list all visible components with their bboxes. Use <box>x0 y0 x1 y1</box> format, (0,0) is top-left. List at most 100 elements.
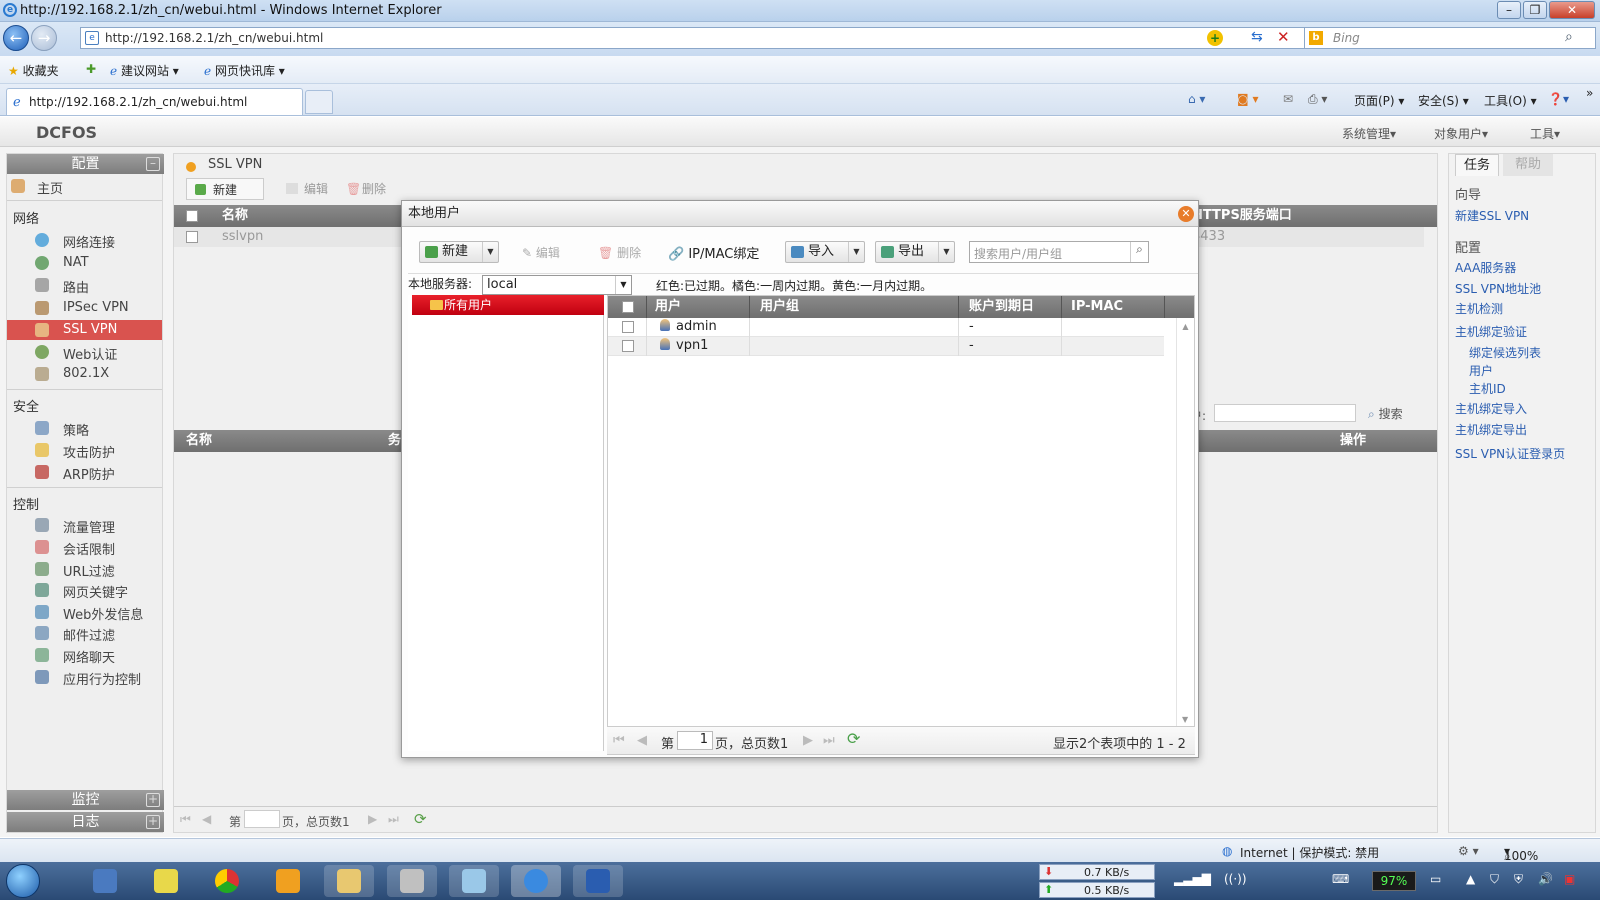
sidebar-item-ipsec-vpn[interactable]: IPSec VPN <box>7 298 162 318</box>
page-input[interactable] <box>244 810 280 828</box>
suggested-sites-link[interactable]: ℯ 建议网站 ▾ <box>110 62 179 79</box>
battery-icon[interactable]: ▭ <box>1430 872 1441 886</box>
expand-icon[interactable]: + <box>146 815 160 829</box>
row-checkbox[interactable] <box>622 340 634 352</box>
tools-menu[interactable]: 工具(O) ▾ <box>1484 92 1537 109</box>
sidebar-item-arp-defense[interactable]: ARP防护 <box>7 462 162 483</box>
favorites-button[interactable]: ★ 收藏夹 <box>8 62 59 79</box>
minimize-button[interactable]: – <box>1497 1 1521 19</box>
sidebar-item-chat[interactable]: 网络聊天 <box>7 645 162 666</box>
dialog-delete-button[interactable]: 🗑 删除 <box>598 244 641 261</box>
new-button[interactable]: 新建 <box>186 178 264 200</box>
sidebar-item-nat[interactable]: NAT <box>7 253 162 273</box>
network-icon[interactable]: ▣ <box>1564 872 1575 886</box>
table-row[interactable]: admin - <box>608 318 1164 337</box>
settings-icon[interactable]: ⚙ ▾ <box>1458 844 1479 858</box>
sidebar-item-web-outbound[interactable]: Web外发信息 <box>7 602 162 623</box>
forward-button[interactable]: → <box>31 25 57 51</box>
sidebar-item-session-limit[interactable]: 会话限制 <box>7 537 162 558</box>
sidebar-log-header[interactable]: 日志 + <box>7 812 164 832</box>
sidebar-item-web-auth[interactable]: Web认证 <box>7 342 162 363</box>
menu-system[interactable]: 系统管理▾ <box>1342 125 1396 142</box>
close-window-button[interactable]: ✕ <box>1549 1 1595 19</box>
sidebar-item-keyword[interactable]: 网页关键字 <box>7 580 162 601</box>
wireless-icon[interactable]: ((·)) <box>1224 872 1247 886</box>
volume-icon[interactable]: 🔊 <box>1538 872 1553 886</box>
link-host-binding[interactable]: 主机绑定验证 <box>1455 323 1527 340</box>
export-button[interactable]: 导出 ▼ <box>875 241 955 263</box>
next-page-icon[interactable]: ▶ <box>803 733 813 748</box>
first-page-icon[interactable]: ⏮ <box>180 812 191 827</box>
last-page-icon[interactable]: ⏭ <box>388 812 399 827</box>
new-tab-button[interactable] <box>305 90 333 114</box>
refresh-icon[interactable]: ⇆ <box>1251 29 1263 45</box>
prev-page-icon[interactable]: ◀ <box>202 812 211 826</box>
sidebar-item-8021x[interactable]: 802.1X <box>7 364 162 384</box>
ipmac-bind-button[interactable]: 🔗 IP/MAC绑定 <box>668 243 759 262</box>
shield-icon[interactable]: ⛨ <box>1514 872 1523 887</box>
mail-icon[interactable]: ✉ <box>1283 92 1293 106</box>
show-hidden-icons[interactable]: ▲ <box>1466 872 1475 886</box>
sidebar-item-attack-defense[interactable]: 攻击防护 <box>7 440 162 461</box>
print-icon[interactable]: ⎙ ▾ <box>1308 92 1327 107</box>
sidebar-item-url-filter[interactable]: URL过滤 <box>7 559 162 580</box>
zoom-level[interactable]: ⌕ 100% ▾ <box>1504 844 1538 863</box>
user-filter-input[interactable] <box>1214 404 1356 422</box>
sidebar-config-header[interactable]: 配置 – <box>7 154 164 174</box>
link-host-id[interactable]: 主机ID <box>1469 380 1506 397</box>
dialog-new-button[interactable]: 新建 ▼ <box>419 241 499 263</box>
grid-scrollbar[interactable]: ▲ ▼ <box>1176 318 1194 726</box>
compatibility-icon[interactable]: + <box>1207 30 1223 46</box>
address-bar[interactable]: e http://192.168.2.1/zh_cn/webui.html + … <box>80 27 1305 49</box>
link-new-ssl-vpn[interactable]: 新建SSL VPN <box>1455 207 1529 224</box>
tab-task[interactable]: 任务 <box>1455 154 1499 176</box>
tab-help[interactable]: 帮助 <box>1503 154 1553 176</box>
link-login-page[interactable]: SSL VPN认证登录页 <box>1455 445 1565 462</box>
link-aaa-server[interactable]: AAA服务器 <box>1455 259 1516 276</box>
sidebar-item-app-control[interactable]: 应用行为控制 <box>7 667 162 688</box>
delete-button[interactable]: 🗑 删除 <box>346 178 386 200</box>
taskbar-chrome[interactable] <box>202 865 252 897</box>
server-select[interactable]: local ▼ <box>482 275 632 295</box>
row-checkbox[interactable] <box>622 321 634 333</box>
feeds-icon[interactable]: ◙ ▾ <box>1237 92 1258 106</box>
battery-indicator[interactable]: 97% <box>1372 871 1416 891</box>
sidebar-monitor-header[interactable]: 监控 + <box>7 790 164 810</box>
link-binding-candidates[interactable]: 绑定候选列表 <box>1469 344 1541 361</box>
prev-page-icon[interactable]: ◀ <box>637 733 647 748</box>
add-favorite-icon[interactable]: ✚ <box>86 62 96 76</box>
taskbar-notes[interactable] <box>141 865 191 897</box>
last-page-icon[interactable]: ⏭ <box>823 733 835 748</box>
link-ssl-vpn-pool[interactable]: SSL VPN地址池 <box>1455 280 1541 297</box>
scroll-down-icon[interactable]: ▼ <box>1182 715 1188 724</box>
sidebar-item-policy[interactable]: 策略 <box>7 418 162 439</box>
select-all-checkbox[interactable] <box>622 301 634 313</box>
scroll-up-icon[interactable]: ▲ <box>1177 322 1194 331</box>
link-users[interactable]: 用户 <box>1469 362 1493 379</box>
taskbar-ie[interactable] <box>511 865 561 897</box>
help-icon[interactable]: ❓▾ <box>1548 92 1569 106</box>
row-checkbox[interactable] <box>186 231 198 243</box>
select-all-checkbox[interactable] <box>186 210 198 222</box>
taskbar-outlook[interactable] <box>263 865 313 897</box>
next-page-icon[interactable]: ▶ <box>368 812 377 826</box>
link-binding-import[interactable]: 主机绑定导入 <box>1455 400 1527 417</box>
signal-icon[interactable]: ▂▃▅▇ <box>1174 872 1211 886</box>
link-host-check[interactable]: 主机检测 <box>1455 300 1503 317</box>
sidebar-item-home[interactable]: 主页 <box>7 176 162 197</box>
first-page-icon[interactable]: ⏮ <box>613 733 625 748</box>
security-icon[interactable]: ⛉ <box>1490 872 1499 887</box>
sidebar-item-traffic[interactable]: 流量管理 <box>7 515 162 536</box>
dialog-edit-button[interactable]: ✎ 编辑 <box>522 244 560 261</box>
stop-icon[interactable]: ✕ <box>1277 28 1290 46</box>
edit-button[interactable]: 编辑 <box>286 178 328 200</box>
search-icon[interactable]: ⌕ <box>1130 242 1148 262</box>
page-menu[interactable]: 页面(P) ▾ <box>1354 92 1404 109</box>
chevron-down-icon[interactable]: ▼ <box>938 242 954 262</box>
home-icon[interactable]: ⌂ ▾ <box>1188 92 1205 106</box>
import-button[interactable]: 导入 ▼ <box>785 241 865 263</box>
search-icon[interactable]: ⌕ <box>1565 29 1573 45</box>
user-search-input[interactable]: 搜索用户/用户组 ⌕ <box>969 241 1149 263</box>
search-box[interactable]: b Bing ⌕ <box>1304 27 1596 49</box>
filter-search-button[interactable]: ⌕ 搜索 <box>1368 405 1403 422</box>
